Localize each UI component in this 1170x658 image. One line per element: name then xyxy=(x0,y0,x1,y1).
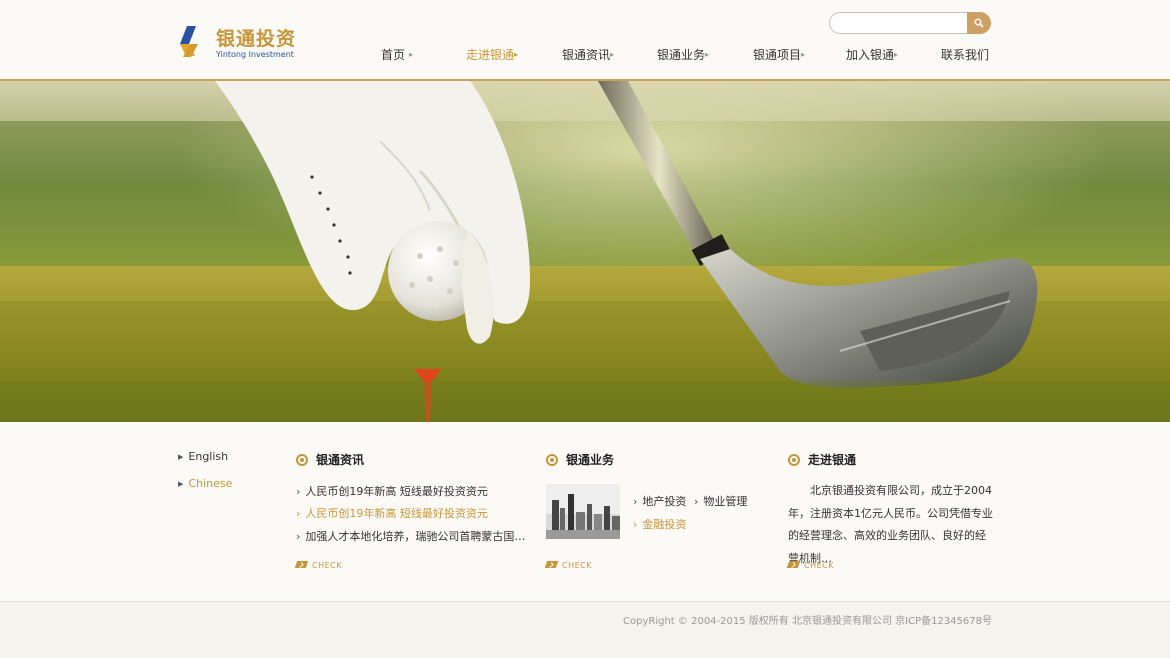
bullet-icon: ▶ xyxy=(178,480,184,488)
business-section-title: 银通业务 xyxy=(546,451,614,468)
nav-arrow-icon: ▸ xyxy=(514,50,519,59)
business-item-text: 地产投资 xyxy=(642,495,687,508)
header: 银通投资 Yintong Investment 首页 ▸ 走进银通 ▸ 银通资讯… xyxy=(0,0,1170,81)
business-check-link[interactable]: CHECK xyxy=(544,561,592,570)
news-item[interactable]: › 人民币创19年新高 短线最好投资资元 xyxy=(296,505,488,521)
golf-banner-image xyxy=(0,81,1170,422)
ring-bullet-icon xyxy=(788,454,800,466)
nav-projects[interactable]: 银通项目 xyxy=(753,46,801,63)
check-arrow-icon xyxy=(786,561,801,568)
search-input[interactable] xyxy=(829,12,983,34)
nav-arrow-icon: ▸ xyxy=(705,50,710,59)
about-paragraph: 北京银通投资有限公司，成立于2004年，注册资本1亿元人民币。公司凭借专业的经营… xyxy=(788,484,993,565)
search-icon xyxy=(974,18,984,28)
nav-arrow-icon: ▸ xyxy=(610,50,615,59)
chevron-right-icon: › xyxy=(633,518,638,531)
chevron-right-icon: › xyxy=(296,485,301,498)
copyright-text: CopyRight © 2004-2015 版权所有 北京银通投资有限公司 京I… xyxy=(623,616,992,627)
nav-arrow-icon: ▸ xyxy=(409,50,414,59)
lang-chinese[interactable]: ▶ Chinese xyxy=(178,477,232,490)
search-box xyxy=(829,12,991,34)
business-item-text: 物业管理 xyxy=(703,495,748,508)
ring-bullet-icon xyxy=(296,454,308,466)
hero-banner xyxy=(0,81,1170,422)
news-item-text: 人民币创19年新高 短线最好投资资元 xyxy=(305,485,488,498)
footer: CopyRight © 2004-2015 版权所有 北京银通投资有限公司 京I… xyxy=(0,602,1170,658)
search-button[interactable] xyxy=(967,12,991,34)
chevron-right-icon: › xyxy=(633,495,638,508)
bullet-icon: ▶ xyxy=(178,453,184,461)
news-item-text: 加强人才本地化培养，瑞驰公司首聘蒙古国… xyxy=(305,530,526,543)
about-text: 北京银通投资有限公司，成立于2004年，注册资本1亿元人民币。公司凭借专业的经营… xyxy=(788,480,994,570)
city-skyline-image xyxy=(546,484,620,539)
lang-label: Chinese xyxy=(188,477,233,490)
lang-label: English xyxy=(188,450,229,463)
news-title: 银通资讯 xyxy=(316,453,365,467)
check-label: CHECK xyxy=(562,561,592,570)
nav-arrow-icon: ▸ xyxy=(894,50,899,59)
business-item-realestate[interactable]: › 地产投资 xyxy=(633,493,686,509)
chevron-right-icon: › xyxy=(694,495,699,508)
news-check-link[interactable]: CHECK xyxy=(294,561,342,570)
chevron-right-icon: › xyxy=(296,530,301,543)
about-section-title: 走进银通 xyxy=(788,451,856,468)
news-section-title: 银通资讯 xyxy=(296,451,364,468)
check-label: CHECK xyxy=(312,561,342,570)
business-item-property[interactable]: › 物业管理 xyxy=(694,493,747,509)
check-label: CHECK xyxy=(804,561,834,570)
nav-join[interactable]: 加入银通 xyxy=(846,46,894,63)
nav-arrow-icon: ▸ xyxy=(801,50,806,59)
nav-contact[interactable]: 联系我们 xyxy=(941,46,989,63)
nav-news[interactable]: 银通资讯 xyxy=(562,46,610,63)
check-arrow-icon xyxy=(294,561,309,568)
business-item-text: 金融投资 xyxy=(642,518,687,531)
about-check-link[interactable]: CHECK xyxy=(786,561,834,570)
news-item[interactable]: › 加强人才本地化培养，瑞驰公司首聘蒙古国… xyxy=(296,528,525,544)
nav-business[interactable]: 银通业务 xyxy=(657,46,705,63)
about-title: 走进银通 xyxy=(808,453,857,467)
news-item-text: 人民币创19年新高 短线最好投资资元 xyxy=(305,507,488,520)
business-title: 银通业务 xyxy=(566,453,615,467)
nav-home[interactable]: 首页 xyxy=(381,46,405,63)
lang-english[interactable]: ▶ English xyxy=(178,450,228,463)
main-nav: 首页 ▸ 走进银通 ▸ 银通资讯 ▸ 银通业务 ▸ 银通项目 ▸ 加入银通 ▸ … xyxy=(0,46,1170,66)
chevron-right-icon: › xyxy=(296,507,301,520)
check-arrow-icon xyxy=(544,561,559,568)
nav-about[interactable]: 走进银通 xyxy=(466,46,514,63)
business-item-finance[interactable]: › 金融投资 xyxy=(633,516,686,532)
news-item[interactable]: › 人民币创19年新高 短线最好投资资元 xyxy=(296,483,488,499)
ring-bullet-icon xyxy=(546,454,558,466)
